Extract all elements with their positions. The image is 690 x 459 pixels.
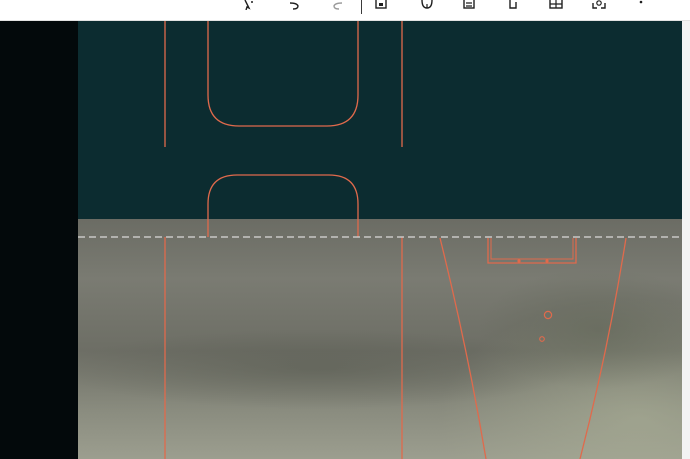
focus-icon[interactable] xyxy=(589,0,609,12)
more-icon[interactable] xyxy=(631,0,651,12)
cursor-sparkle-icon[interactable] xyxy=(238,0,258,12)
trapezoid-right-edge xyxy=(579,237,627,459)
copy-icon[interactable] xyxy=(417,0,437,12)
bracket-inner-outline xyxy=(490,238,574,260)
document-icon[interactable] xyxy=(503,0,523,12)
save-icon[interactable] xyxy=(371,0,391,12)
cutline-overlay xyxy=(78,21,682,459)
table-icon[interactable] xyxy=(546,0,566,12)
toolbar-separator xyxy=(361,0,362,14)
redo-icon[interactable] xyxy=(327,0,347,12)
bracket-dot-right xyxy=(545,259,549,263)
left-panel xyxy=(0,21,78,459)
top-toolbar xyxy=(0,0,690,21)
trapezoid-left-edge xyxy=(439,237,487,459)
right-scroll-edge[interactable] xyxy=(682,21,690,459)
hole-small xyxy=(539,336,545,342)
upper-slot-outline xyxy=(207,21,359,127)
undo-icon[interactable] xyxy=(285,0,305,12)
page-icon[interactable] xyxy=(459,0,479,12)
hole-large xyxy=(543,310,553,320)
design-canvas[interactable] xyxy=(78,21,682,459)
lower-slot-outline xyxy=(207,174,359,237)
bracket-dot-left xyxy=(517,259,521,263)
